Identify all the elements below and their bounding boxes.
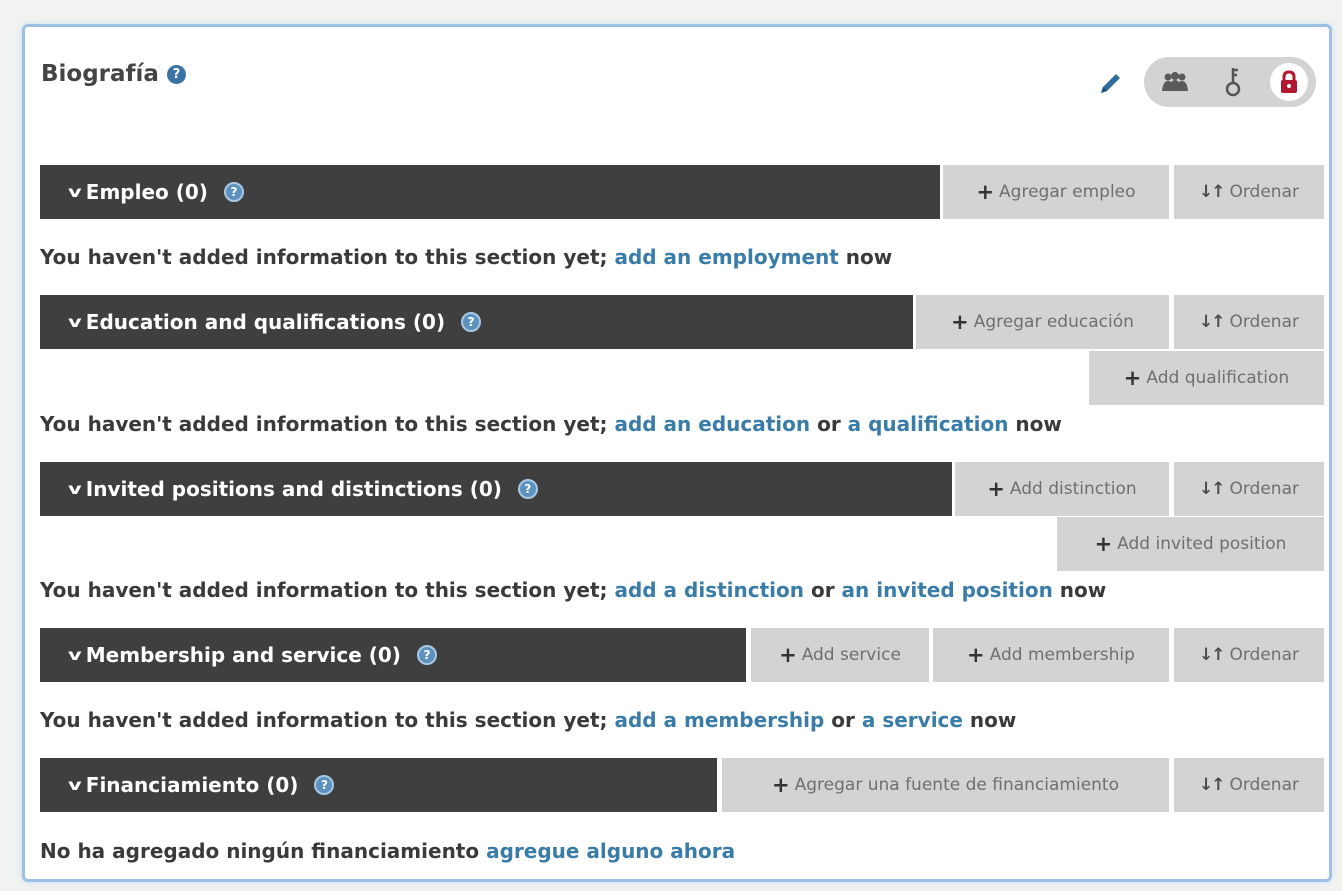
add-employment-button[interactable]: + Agregar empleo: [943, 165, 1169, 219]
chevron-down-icon: v: [68, 480, 82, 498]
biography-panel: Biografía ? v Empleo (0) ? + Agregar emp…: [22, 24, 1332, 882]
section-title: Invited positions and distinctions (0): [85, 477, 502, 501]
plus-icon: +: [951, 310, 969, 334]
add-invited-position-link[interactable]: an invited position: [842, 578, 1053, 602]
section-header-membership[interactable]: v Membership and service (0) ?: [40, 628, 746, 682]
sort-button[interactable]: ↓↑ Ordenar: [1174, 628, 1324, 682]
question-icon[interactable]: ?: [461, 312, 482, 332]
add-funding-button[interactable]: + Agregar una fuente de financiamiento: [722, 758, 1169, 812]
sort-icon: ↓↑: [1198, 645, 1225, 665]
lock-icon[interactable]: [1270, 63, 1308, 101]
pencil-icon[interactable]: [1097, 69, 1123, 97]
question-icon[interactable]: ?: [314, 775, 335, 795]
section-title: Education and qualifications (0): [85, 310, 446, 334]
section-header-funding[interactable]: v Financiamiento (0) ?: [40, 758, 717, 812]
add-distinction-button[interactable]: + Add distinction: [955, 462, 1169, 516]
sort-button[interactable]: ↓↑ Ordenar: [1174, 165, 1324, 219]
chevron-down-icon: v: [68, 646, 82, 664]
section-header-invited-positions[interactable]: v Invited positions and distinctions (0)…: [40, 462, 952, 516]
plus-icon: +: [976, 180, 995, 204]
sort-icon: ↓↑: [1198, 182, 1225, 202]
everyone-icon[interactable]: [1156, 63, 1194, 101]
add-membership-link[interactable]: add a membership: [614, 708, 824, 732]
add-funding-link[interactable]: agregue alguno ahora: [486, 839, 735, 863]
empty-section-message: You haven't added information to this se…: [40, 578, 1107, 602]
sort-icon: ↓↑: [1198, 775, 1225, 795]
sort-button[interactable]: ↓↑ Ordenar: [1174, 462, 1324, 516]
sort-button[interactable]: ↓↑ Ordenar: [1174, 758, 1324, 812]
empty-section-message: No ha agregado ningún financiamiento agr…: [40, 839, 736, 863]
visibility-selector[interactable]: [1144, 57, 1316, 107]
add-distinction-link[interactable]: add a distinction: [614, 578, 804, 602]
add-employment-link[interactable]: add an employment: [614, 245, 838, 269]
question-icon[interactable]: ?: [517, 479, 538, 499]
question-icon[interactable]: ?: [416, 645, 437, 665]
section-title: Financiamiento (0): [85, 773, 299, 797]
chevron-down-icon: v: [68, 776, 82, 794]
chevron-down-icon: v: [68, 313, 82, 331]
add-qualification-link[interactable]: a qualification: [848, 412, 1009, 436]
empty-section-message: You haven't added information to this se…: [40, 245, 893, 269]
section-title: Membership and service (0): [85, 643, 401, 667]
question-icon[interactable]: ?: [166, 64, 186, 84]
add-service-button[interactable]: + Add service: [751, 628, 929, 682]
plus-icon: +: [967, 643, 985, 667]
add-service-link[interactable]: a service: [862, 708, 963, 732]
page-title: Biografía: [41, 61, 159, 87]
empty-section-message: You haven't added information to this se…: [40, 708, 1017, 732]
plus-icon: +: [987, 477, 1005, 501]
section-title: Empleo (0): [85, 180, 208, 204]
empty-section-message: You haven't added information to this se…: [40, 412, 1062, 436]
question-icon[interactable]: ?: [223, 182, 244, 202]
trusted-parties-icon[interactable]: [1214, 63, 1252, 101]
plus-icon: +: [1094, 532, 1113, 556]
sort-icon: ↓↑: [1198, 479, 1225, 499]
plus-icon: +: [772, 773, 790, 797]
plus-icon: +: [779, 643, 797, 667]
add-invited-position-button[interactable]: + Add invited position: [1057, 517, 1324, 571]
sort-icon: ↓↑: [1198, 312, 1225, 332]
section-header-employment[interactable]: v Empleo (0) ?: [40, 165, 940, 219]
add-membership-button[interactable]: + Add membership: [933, 628, 1169, 682]
chevron-down-icon: v: [68, 183, 82, 201]
panel-header: Biografía ?: [41, 61, 186, 87]
add-qualification-button[interactable]: + Add qualification: [1089, 351, 1324, 405]
section-header-education[interactable]: v Education and qualifications (0) ?: [40, 295, 913, 349]
plus-icon: +: [1123, 366, 1142, 390]
sort-button[interactable]: ↓↑ Ordenar: [1174, 295, 1324, 349]
add-education-link[interactable]: add an education: [614, 412, 810, 436]
add-education-button[interactable]: + Agregar educación: [916, 295, 1169, 349]
